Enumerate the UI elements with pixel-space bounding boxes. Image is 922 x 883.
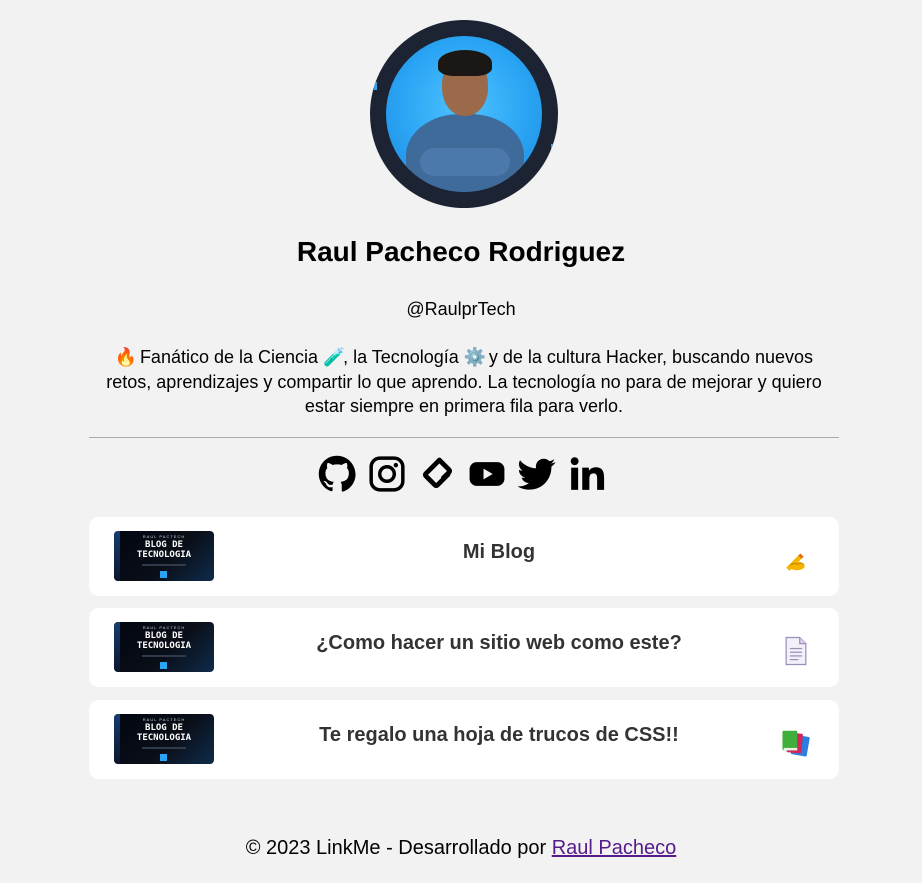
thumbnail-title: BLOG DE TECNOLOGIA (114, 631, 214, 651)
writing-hand-icon (779, 543, 813, 577)
card-thumbnail: RAUL PACTECH BLOG DE TECNOLOGIA (114, 531, 214, 581)
link-card-title: Te regalo una hoja de trucos de CSS!! (319, 724, 679, 746)
thumbnail-divider (142, 655, 186, 657)
linkedin-icon (570, 457, 605, 490)
thumbnail-title-line1: BLOG DE (145, 723, 183, 733)
bio-text-2: , la Tecnología (343, 347, 459, 367)
thumbnail-caption: RAUL PACTECH (142, 625, 186, 630)
books-icon-svg (782, 730, 810, 757)
thumbnail-logo-icon (160, 754, 167, 761)
thumbnail-title-line2: TECNOLOGIA (136, 550, 192, 560)
thumbnail-divider (142, 747, 186, 749)
avatar-hair (438, 50, 492, 76)
social-link-twitter[interactable] (518, 454, 556, 494)
youtube-icon (469, 462, 505, 486)
avatar-photo (386, 36, 542, 192)
thumbnail-caption: RAUL PACTECH (142, 534, 186, 539)
page-icon (779, 634, 813, 668)
fire-icon: 🔥 (114, 347, 138, 368)
thumbnail-logo-icon (160, 662, 167, 669)
social-link-linkedin[interactable] (568, 454, 606, 494)
avatar-accent (374, 82, 377, 90)
avatar-accent (551, 144, 554, 152)
thumbnail-title: BLOG DE TECNOLOGIA (114, 540, 214, 560)
social-link-github[interactable] (318, 454, 356, 494)
profile-name: Raul Pacheco Rodriguez (296, 236, 626, 267)
thumbnail-caption: RAUL PACTECH (142, 717, 186, 722)
thumbnail-title-line2: TECNOLOGIA (136, 641, 192, 651)
social-link-instagram[interactable] (368, 454, 406, 494)
test-tube-icon: 🧪 (323, 347, 346, 368)
thumbnail-title-line1: BLOG DE (145, 631, 183, 641)
footer-author-link[interactable]: Raul Pacheco (552, 837, 677, 859)
instagram-icon (369, 456, 405, 492)
link-card-blog[interactable]: RAUL PACTECH BLOG DE TECNOLOGIA Mi Blog (89, 517, 839, 596)
link-card-title: ¿Como hacer un sitio web como este? (316, 632, 682, 654)
card-thumbnail: RAUL PACTECH BLOG DE TECNOLOGIA (114, 622, 214, 672)
avatar-arms (420, 148, 510, 176)
page-icon-svg (785, 636, 807, 666)
profile-bio: 🔥 Fanático de la Ciencia 🧪, la Tecnologí… (100, 345, 828, 418)
thumbnail-title: BLOG DE TECNOLOGIA (114, 723, 214, 743)
twitter-icon (518, 458, 556, 490)
profile-handle: @RaulprTech (406, 299, 516, 319)
bio-text-1: Fanático de la Ciencia (139, 347, 319, 367)
writing-hand-icon-svg (786, 553, 805, 571)
github-icon (318, 455, 356, 492)
social-links (318, 454, 606, 494)
footer: © 2023 LinkMe - Desarrollado por Raul Pa… (0, 837, 922, 860)
platzi-icon (422, 457, 453, 489)
gear-icon: ⚙️ (463, 347, 487, 368)
divider (89, 437, 839, 438)
avatar (370, 20, 558, 208)
page: Raul Pacheco Rodriguez @RaulprTech 🔥 Fan… (0, 0, 922, 883)
social-link-platzi[interactable] (418, 454, 456, 494)
footer-text: © 2023 LinkMe - Desarrollado por (245, 837, 547, 859)
link-card-title: Mi Blog (462, 541, 536, 563)
thumbnail-title-line2: TECNOLOGIA (136, 733, 192, 743)
link-card-website[interactable]: RAUL PACTECH BLOG DE TECNOLOGIA ¿Como hac… (89, 608, 839, 687)
thumbnail-title-line1: BLOG DE (145, 540, 183, 550)
social-link-youtube[interactable] (468, 454, 506, 494)
thumbnail-divider (142, 564, 186, 566)
books-icon (779, 726, 813, 760)
thumbnail-logo-icon (160, 571, 167, 578)
card-thumbnail: RAUL PACTECH BLOG DE TECNOLOGIA (114, 714, 214, 764)
link-card-css-cheatsheet[interactable]: RAUL PACTECH BLOG DE TECNOLOGIA Te regalo… (89, 700, 839, 779)
